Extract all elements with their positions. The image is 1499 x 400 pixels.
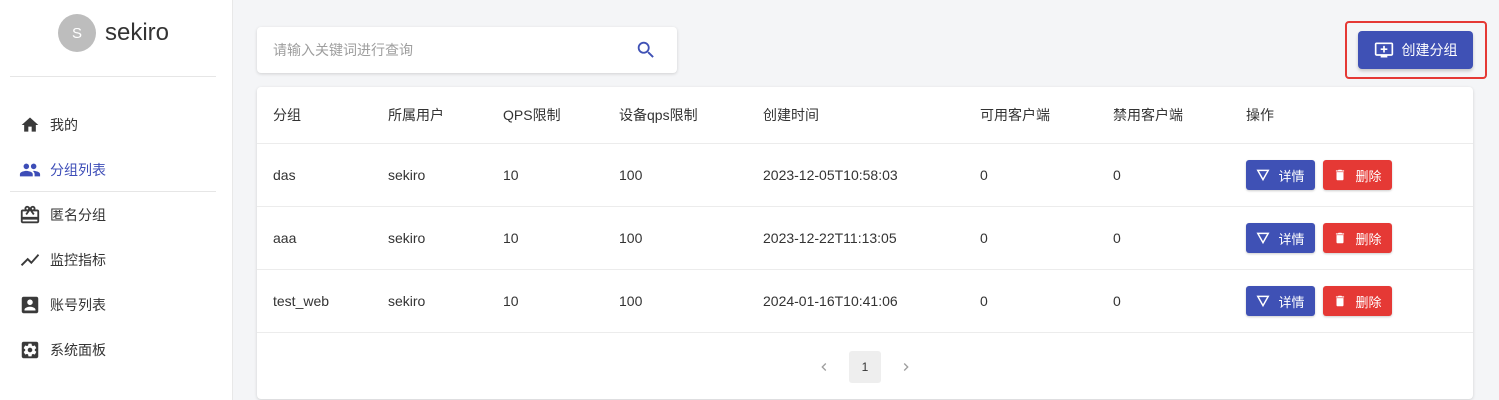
- group-table: 分组 所属用户 QPS限制 设备qps限制 创建时间 可用客户端 禁用客户端 操…: [257, 87, 1473, 399]
- avatar[interactable]: S: [58, 14, 96, 52]
- add-to-queue-icon: [1374, 42, 1393, 58]
- table-row: aaa sekiro 10 100 2023-12-22T11:13:05 0 …: [257, 207, 1473, 270]
- cell-qps: 10: [503, 230, 519, 246]
- delete-button-label: 删除: [1355, 231, 1382, 247]
- cell-actions: 详情 删除: [1246, 270, 1392, 332]
- cell-user: sekiro: [388, 293, 426, 309]
- chevron-left-icon: [821, 362, 827, 371]
- sidebar-item-mine[interactable]: 我的: [0, 102, 233, 147]
- cell-user: sekiro: [388, 230, 426, 246]
- table-row: test_web sekiro 10 100 2024-01-16T10:41:…: [257, 270, 1473, 333]
- brand-name: sekiro: [105, 19, 170, 46]
- sidebar-item-system-panel[interactable]: 系统面板: [0, 327, 233, 372]
- cell-disabled-clients: 0: [1113, 293, 1121, 309]
- page-number-current[interactable]: 1: [849, 350, 881, 383]
- sidebar-item-anonymous-group[interactable]: 匿名分组: [0, 192, 233, 237]
- detail-button-label: 详情: [1278, 168, 1305, 184]
- sidebar-item-metrics[interactable]: 监控指标: [0, 237, 233, 282]
- cell-group: aaa: [273, 230, 297, 246]
- settings-box-icon: [19, 339, 41, 361]
- detail-button[interactable]: 详情: [1246, 286, 1315, 316]
- app-root: S sekiro 我的 分组列表 匿名分组 监控指标 账号列表 系统面板 请输入…: [0, 0, 1499, 400]
- search-input[interactable]: [273, 42, 613, 58]
- trash-icon: [1336, 295, 1345, 307]
- account-box-icon: [19, 294, 41, 316]
- cell-created: 2024-01-16T10:41:06: [763, 293, 898, 309]
- detail-button[interactable]: 详情: [1246, 160, 1315, 190]
- cell-enabled-clients: 0: [980, 293, 988, 309]
- sidebar-nav: 我的 分组列表 匿名分组 监控指标 账号列表 系统面板: [0, 102, 233, 372]
- table-header: 分组 所属用户 QPS限制 设备qps限制 创建时间 可用客户端 禁用客户端 操…: [257, 87, 1473, 144]
- pagination: 1: [257, 350, 1473, 383]
- sidebar-item-label: 系统面板: [50, 341, 106, 358]
- brand-divider: [10, 76, 216, 77]
- column-header: 分组: [273, 107, 301, 123]
- trend-icon: [19, 249, 41, 271]
- sidebar-item-label: 监控指标: [50, 251, 106, 268]
- cell-actions: 详情 删除: [1246, 207, 1392, 269]
- search-icon[interactable]: [635, 39, 657, 61]
- delete-button-label: 删除: [1355, 168, 1382, 184]
- cell-enabled-clients: 0: [980, 230, 988, 246]
- home-icon: [19, 114, 41, 136]
- column-header: QPS限制: [503, 107, 561, 123]
- search-bar: [257, 27, 677, 73]
- delete-button[interactable]: 删除: [1323, 286, 1392, 316]
- trash-icon: [1336, 169, 1345, 181]
- trash-icon: [1336, 232, 1345, 244]
- cake-icon: [19, 204, 41, 226]
- cell-qps: 10: [503, 167, 519, 183]
- prev-page-button[interactable]: [808, 351, 840, 383]
- delete-button-label: 删除: [1355, 294, 1382, 310]
- filter-icon: [1256, 169, 1270, 182]
- create-group-button[interactable]: 创建分组: [1358, 31, 1473, 69]
- cell-actions: 详情 删除: [1246, 144, 1392, 206]
- sidebar-item-label: 匿名分组: [50, 206, 106, 223]
- delete-button[interactable]: 删除: [1323, 160, 1392, 190]
- sidebar-item-accounts[interactable]: 账号列表: [0, 282, 233, 327]
- filter-icon: [1256, 232, 1270, 245]
- cell-group: test_web: [273, 293, 330, 309]
- column-header: 创建时间: [763, 107, 819, 123]
- cell-device-qps: 100: [619, 230, 643, 246]
- brand: S sekiro: [58, 14, 169, 52]
- next-page-button[interactable]: [890, 351, 922, 383]
- sidebar: S sekiro 我的 分组列表 匿名分组 监控指标 账号列表 系统面板: [0, 0, 233, 400]
- cell-group: das: [273, 167, 296, 183]
- column-header: 禁用客户端: [1113, 107, 1183, 123]
- table-row: das sekiro 10 100 2023-12-05T10:58:03 0 …: [257, 144, 1473, 207]
- cell-disabled-clients: 0: [1113, 167, 1121, 183]
- sidebar-item-label: 分组列表: [50, 161, 106, 178]
- create-group-label: 创建分组: [1401, 42, 1458, 58]
- delete-button[interactable]: 删除: [1323, 223, 1392, 253]
- people-icon: [19, 159, 41, 181]
- column-header: 操作: [1246, 107, 1274, 123]
- chevron-right-icon: [903, 362, 909, 371]
- cell-enabled-clients: 0: [980, 167, 988, 183]
- cell-created: 2023-12-22T11:13:05: [763, 230, 897, 246]
- detail-button[interactable]: 详情: [1246, 223, 1315, 253]
- cell-user: sekiro: [388, 167, 426, 183]
- column-header: 设备qps限制: [619, 107, 698, 123]
- sidebar-item-label: 账号列表: [50, 296, 106, 313]
- sidebar-item-label: 我的: [50, 116, 78, 133]
- cell-disabled-clients: 0: [1113, 230, 1121, 246]
- cell-qps: 10: [503, 293, 519, 309]
- sidebar-item-group-list[interactable]: 分组列表: [0, 147, 233, 192]
- cell-device-qps: 100: [619, 293, 643, 309]
- cell-device-qps: 100: [619, 167, 643, 183]
- cell-created: 2023-12-05T10:58:03: [763, 167, 898, 183]
- detail-button-label: 详情: [1278, 294, 1305, 310]
- detail-button-label: 详情: [1278, 231, 1305, 247]
- filter-icon: [1256, 295, 1270, 308]
- column-header: 所属用户: [388, 107, 444, 123]
- column-header: 可用客户端: [980, 107, 1050, 123]
